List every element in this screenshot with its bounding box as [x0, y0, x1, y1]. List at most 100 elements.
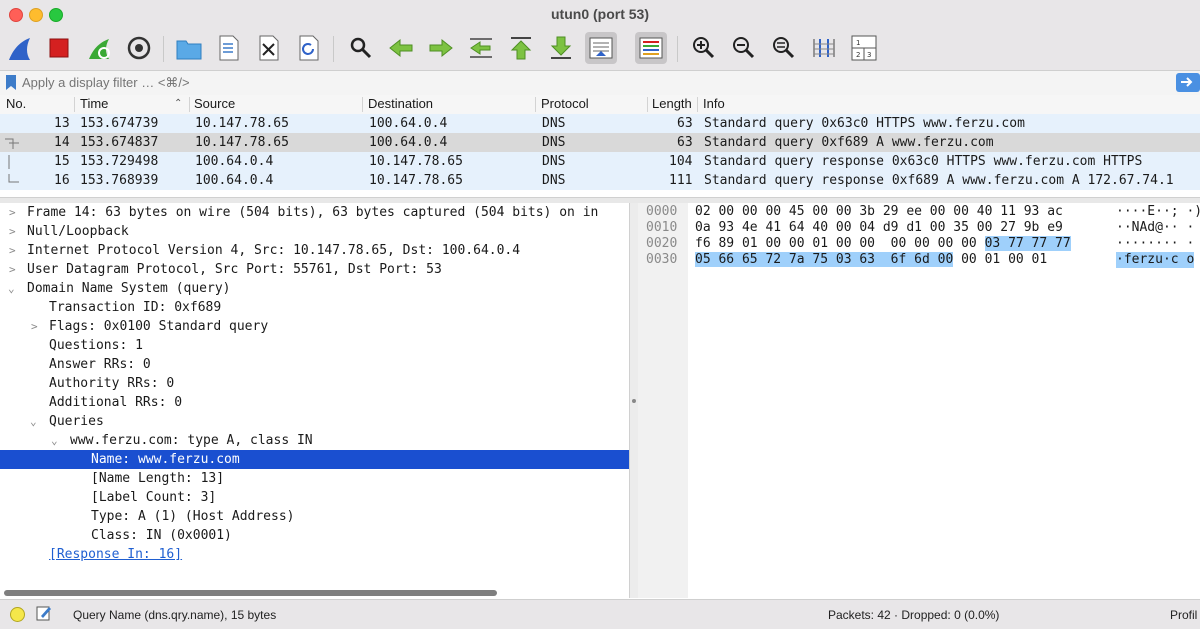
tree-item-authority-rrs[interactable]: Authority RRs: 0 — [0, 374, 629, 393]
auto-scroll-button[interactable] — [585, 32, 617, 64]
bytes-offset: 0010 — [646, 220, 678, 235]
packet-no: 16 — [54, 173, 70, 188]
details-scrollbar[interactable] — [4, 590, 497, 596]
packet-details-tree: > Frame 14: 63 bytes on wire (504 bits),… — [0, 203, 629, 598]
chevron-right-icon[interactable]: > — [9, 203, 19, 222]
tree-item-label: Name: www.ferzu.com — [91, 452, 240, 467]
tree-item-label: Flags: 0x0100 Standard query — [49, 319, 269, 334]
tree-item-label: Domain Name System (query) — [27, 281, 231, 296]
save-file-button[interactable] — [213, 32, 245, 64]
expert-info-indicator[interactable] — [10, 607, 25, 622]
column-header-time[interactable]: Time — [80, 96, 108, 111]
display-filter-input[interactable] — [22, 73, 1172, 92]
capture-comment-icon[interactable] — [36, 605, 52, 621]
response-indicator-icon — [8, 174, 19, 183]
tree-item-response-in[interactable]: [Response In: 16] — [0, 545, 629, 564]
stop-capture-button[interactable] — [43, 32, 75, 64]
packet-row[interactable]: 15 153.729498 100.64.0.4 10.147.78.65 DN… — [0, 152, 1200, 171]
bytes-hex[interactable]: f6 89 01 00 00 01 00 00 00 00 00 00 03 7… — [695, 236, 1071, 252]
packet-source: 100.64.0.4 — [195, 154, 274, 169]
bytes-hex[interactable]: 02 00 00 00 45 00 00 3b 29 ee 00 00 40 1… — [695, 204, 1063, 220]
layout-button[interactable]: 1 23 — [848, 32, 880, 64]
go-to-last-packet-button[interactable] — [545, 32, 577, 64]
packet-row-selected[interactable]: 14 153.674837 10.147.78.65 100.64.0.4 DN… — [0, 133, 1200, 152]
chevron-right-icon[interactable]: > — [9, 222, 19, 241]
go-to-packet-button[interactable] — [465, 32, 497, 64]
column-header-info[interactable]: Info — [703, 96, 725, 111]
tree-item-frame[interactable]: > Frame 14: 63 bytes on wire (504 bits),… — [0, 203, 629, 222]
packet-source: 10.147.78.65 — [195, 116, 289, 131]
tree-item-transaction-id[interactable]: Transaction ID: 0xf689 — [0, 298, 629, 317]
bytes-ascii[interactable]: ····E··; ·) — [1116, 204, 1200, 220]
tree-item-query[interactable]: ⌄ www.ferzu.com: type A, class IN — [0, 431, 629, 450]
bytes-ascii[interactable]: ··NAd@·· · — [1116, 220, 1194, 236]
auto-scroll-icon — [589, 37, 613, 59]
stop-icon — [49, 38, 69, 58]
column-header-source[interactable]: Source — [194, 96, 235, 111]
column-header-protocol[interactable]: Protocol — [541, 96, 589, 111]
chevron-right-icon[interactable]: > — [9, 260, 19, 279]
restart-capture-button[interactable] — [83, 32, 115, 64]
bookmark-icon[interactable] — [4, 74, 18, 91]
tree-item-udp[interactable]: > User Datagram Protocol, Src Port: 5576… — [0, 260, 629, 279]
restart-shark-fin-icon — [89, 39, 110, 59]
tree-item-null-loopback[interactable]: > Null/Loopback — [0, 222, 629, 241]
tree-item-label-count[interactable]: [Label Count: 3] — [0, 488, 629, 507]
packet-row[interactable]: 13 153.674739 10.147.78.65 100.64.0.4 DN… — [0, 114, 1200, 133]
tree-item-type[interactable]: Type: A (1) (Host Address) — [0, 507, 629, 526]
packet-info: Standard query response 0xf689 A www.fer… — [704, 173, 1174, 188]
chevron-down-icon[interactable]: ⌄ — [51, 431, 61, 450]
tree-item-questions[interactable]: Questions: 1 — [0, 336, 629, 355]
apply-filter-button[interactable] — [1176, 73, 1200, 92]
folder-icon — [176, 40, 202, 60]
tree-item-label: Class: IN (0x0001) — [91, 528, 232, 543]
tree-item-name-length[interactable]: [Name Length: 13] — [0, 469, 629, 488]
start-capture-button[interactable] — [4, 32, 36, 64]
column-header-destination[interactable]: Destination — [368, 96, 433, 111]
close-file-button[interactable] — [253, 32, 285, 64]
zoom-window-button[interactable] — [49, 8, 63, 22]
tree-item-class[interactable]: Class: IN (0x0001) — [0, 526, 629, 545]
tree-item-answer-rrs[interactable]: Answer RRs: 0 — [0, 355, 629, 374]
column-header-no[interactable]: No. — [6, 96, 26, 111]
tree-item-ipv4[interactable]: > Internet Protocol Version 4, Src: 10.1… — [0, 241, 629, 260]
colorize-button[interactable] — [635, 32, 667, 64]
go-forward-button[interactable] — [425, 32, 457, 64]
bytes-ascii-highlight[interactable]: ·ferzu·c o — [1116, 252, 1195, 268]
tree-item-label: Transaction ID: 0xf689 — [49, 300, 222, 315]
packet-destination: 100.64.0.4 — [369, 135, 448, 150]
tree-item-name-selected[interactable]: Name: www.ferzu.com — [0, 450, 629, 469]
packet-row[interactable]: 16 153.768939 100.64.0.4 10.147.78.65 DN… — [0, 171, 1200, 190]
go-back-button[interactable] — [385, 32, 417, 64]
bytes-hex[interactable]: 0a 93 4e 41 64 40 00 04 d9 d1 00 35 00 2… — [695, 220, 1063, 236]
find-packet-button[interactable] — [345, 32, 377, 64]
tree-item-label: Type: A (1) (Host Address) — [91, 509, 295, 524]
normal-size-button[interactable] — [768, 32, 800, 64]
close-window-button[interactable] — [9, 8, 23, 22]
tree-item-label: Null/Loopback — [27, 224, 129, 239]
chevron-right-icon[interactable]: > — [9, 241, 19, 260]
response-in-link[interactable]: [Response In: 16] — [49, 545, 182, 564]
chevron-right-icon[interactable]: > — [31, 317, 41, 336]
open-file-button[interactable] — [173, 32, 205, 64]
tree-item-label: www.ferzu.com: type A, class IN — [70, 433, 313, 448]
bytes-hex[interactable]: 05 66 65 72 7a 75 03 63 6f 6d 00 00 01 0… — [695, 252, 1047, 268]
bytes-ascii[interactable]: ········ · — [1116, 236, 1194, 252]
column-header-length[interactable]: Length — [652, 96, 695, 111]
chevron-down-icon[interactable]: ⌄ — [8, 279, 18, 298]
arrow-right-icon — [1181, 77, 1193, 87]
tree-item-queries[interactable]: ⌄ Queries — [0, 412, 629, 431]
status-profile[interactable]: Profil — [1170, 608, 1197, 622]
reload-file-button[interactable] — [293, 32, 325, 64]
tree-item-dns[interactable]: ⌄ Domain Name System (query) — [0, 279, 629, 298]
minimize-window-button[interactable] — [29, 8, 43, 22]
capture-options-button[interactable] — [123, 32, 155, 64]
tree-item-flags[interactable]: > Flags: 0x0100 Standard query — [0, 317, 629, 336]
zoom-out-button[interactable] — [728, 32, 760, 64]
zoom-in-button[interactable] — [688, 32, 720, 64]
resize-columns-button[interactable] — [808, 32, 840, 64]
bytes-row: 0010 0a 93 4e 41 64 40 00 04 d9 d1 00 35… — [638, 220, 1200, 236]
tree-item-additional-rrs[interactable]: Additional RRs: 0 — [0, 393, 629, 412]
chevron-down-icon[interactable]: ⌄ — [30, 412, 40, 431]
go-to-first-packet-button[interactable] — [505, 32, 537, 64]
